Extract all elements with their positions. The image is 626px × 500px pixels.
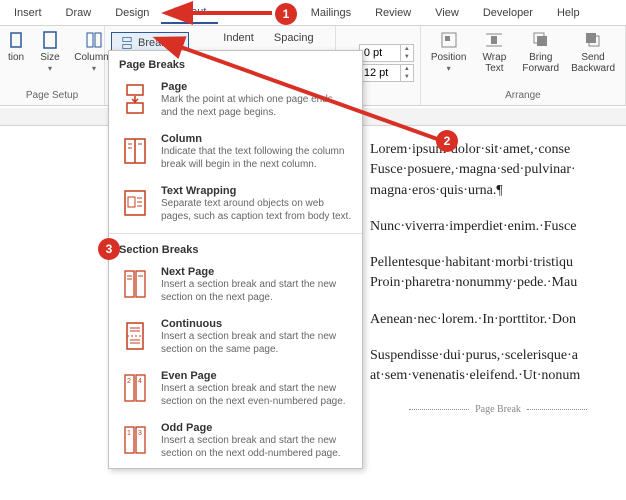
orientation-button[interactable]: tion	[6, 28, 26, 65]
odd-page-icon: 13	[119, 422, 151, 458]
bring-forward-icon	[531, 30, 551, 50]
position-button[interactable]: Position▾	[427, 28, 471, 76]
arrange-label: Arrange	[427, 90, 619, 103]
menu-continuous[interactable]: ContinuousInsert a section break and sta…	[109, 312, 362, 364]
text-wrapping-icon	[119, 185, 151, 221]
doc-text: at·sem·venenatis·eleifend.·Ut·nonum	[370, 368, 580, 383]
spacing-before-input[interactable]: ▲▼	[359, 44, 414, 62]
doc-text: Pellentesque·habitant·morbi·tristiqu	[370, 255, 573, 270]
breaks-dropdown: Page Breaks PageMark the point at which …	[108, 50, 363, 469]
menu-text-wrapping[interactable]: Text WrappingSeparate text around object…	[109, 179, 362, 231]
doc-text: Proin·pharetra·nonummy·pede.·Mau	[370, 275, 577, 290]
spin-up-icon[interactable]: ▲	[401, 45, 413, 53]
spacing-label: Spacing	[274, 32, 314, 44]
annotation-2: 2	[436, 130, 458, 152]
send-backward-button[interactable]: Send Backward	[567, 28, 619, 76]
page-icon	[119, 81, 151, 117]
section-breaks-header: Section Breaks	[109, 236, 362, 260]
spin-down-icon[interactable]: ▼	[401, 73, 413, 81]
annotation-1: 1	[275, 3, 297, 25]
tab-draw[interactable]: Draw	[54, 3, 104, 23]
svg-text:2: 2	[127, 378, 131, 385]
doc-text: Lorem·ipsum·dolor·sit·amet,·conse	[370, 142, 570, 157]
doc-text: magna·eros·quis·urna.¶	[370, 183, 503, 198]
size-icon	[40, 30, 60, 50]
columns-icon	[84, 30, 104, 50]
position-icon	[439, 30, 459, 50]
svg-text:4: 4	[138, 378, 142, 385]
tab-design[interactable]: Design	[103, 3, 161, 23]
wrap-text-icon	[484, 30, 504, 50]
size-button[interactable]: Size▾	[30, 28, 70, 76]
spacing-after-input[interactable]: ▲▼	[359, 64, 414, 82]
page-breaks-header: Page Breaks	[109, 51, 362, 75]
spin-down-icon[interactable]: ▼	[401, 53, 413, 61]
indent-label: Indent	[223, 32, 254, 44]
svg-text:1: 1	[127, 430, 131, 437]
page-setup-label: Page Setup	[6, 90, 98, 103]
doc-text: Fusce·posuere,·magna·sed·pulvinar·	[370, 162, 576, 177]
next-page-icon	[119, 266, 151, 302]
tab-layout[interactable]: Layout	[161, 2, 218, 24]
even-page-icon: 24	[119, 370, 151, 406]
menu-even-page[interactable]: 24 Even PageInsert a section break and s…	[109, 364, 362, 416]
tab-review[interactable]: Review	[363, 3, 423, 23]
send-backward-icon	[583, 30, 603, 50]
bring-forward-button[interactable]: Bring Forward	[518, 28, 563, 76]
menu-column-break[interactable]: ColumnIndicate that the text following t…	[109, 127, 362, 179]
wrap-text-button[interactable]: Wrap Text	[474, 28, 514, 76]
doc-text: Nunc·viverra·imperdiet·enim.·Fusce	[370, 219, 576, 234]
continuous-icon	[119, 318, 151, 354]
tab-developer[interactable]: Developer	[471, 3, 545, 23]
menu-odd-page[interactable]: 13 Odd PageInsert a section break and st…	[109, 416, 362, 468]
page-break-indicator: Page Break	[370, 403, 626, 418]
tab-mailings[interactable]: Mailings	[299, 3, 363, 23]
orientation-icon	[6, 30, 26, 50]
document-area[interactable]: Lorem·ipsum·dolor·sit·amet,·conse Fusce·…	[370, 140, 626, 417]
spin-up-icon[interactable]: ▲	[401, 65, 413, 73]
menu-next-page[interactable]: Next PageInsert a section break and star…	[109, 260, 362, 312]
menu-page-break[interactable]: PageMark the point at which one page end…	[109, 75, 362, 127]
tab-help[interactable]: Help	[545, 3, 592, 23]
annotation-3: 3	[98, 238, 120, 260]
tab-view[interactable]: View	[423, 3, 471, 23]
column-icon	[119, 133, 151, 169]
doc-text: Suspendisse·dui·purus,·scelerisque·a	[370, 348, 578, 363]
svg-text:3: 3	[138, 430, 142, 437]
tab-insert[interactable]: Insert	[2, 3, 54, 23]
doc-text: Aenean·nec·lorem.·In·porttitor.·Don	[370, 312, 576, 327]
page-break-icon	[120, 36, 134, 50]
menu-tabs: Insert Draw Design Layout References Mai…	[0, 0, 626, 26]
